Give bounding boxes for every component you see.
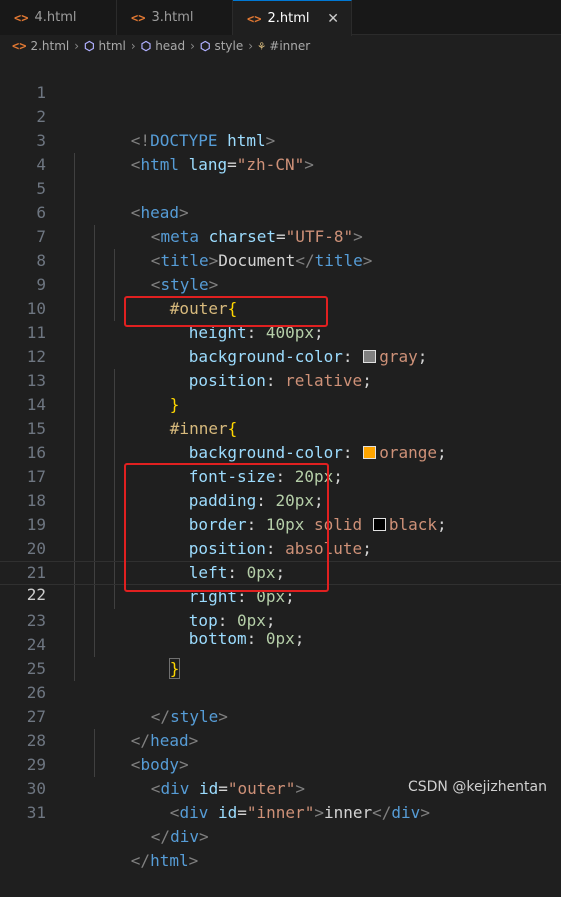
token: div (391, 803, 421, 822)
breadcrumb-item-file[interactable]: 2.html (30, 39, 69, 53)
line-number: 31 (26, 803, 46, 822)
tab-2-html[interactable]: <> 2.html ✕ (233, 0, 352, 36)
code-line: 17 border: 10px solid black; (0, 441, 561, 534)
tab-4-html[interactable]: <> 4.html (0, 0, 117, 35)
annotation-highlight-box (124, 463, 329, 592)
tab-label: 2.html (267, 11, 310, 26)
tab-3-html[interactable]: <> 3.html (117, 0, 233, 35)
code-line: 7 <style> (0, 201, 561, 294)
breadcrumb-item-html[interactable]: html (99, 39, 126, 53)
token: inner (323, 803, 373, 822)
code-line: 6 <title>Document</title> (0, 177, 561, 270)
chevron-right-icon: › (130, 39, 136, 53)
code-line: 9 height: 400px; (0, 249, 561, 342)
code-line: 14 background-color: orange; (0, 369, 561, 462)
breadcrumb-item-inner[interactable]: #inner (269, 39, 310, 53)
code-line: 3 (0, 105, 561, 150)
code-line: 15 font-size: 20px; (0, 393, 561, 486)
code-line: 29 <div id="inner">inner</div> (0, 729, 561, 822)
token: > (314, 803, 324, 822)
token: = (237, 803, 247, 822)
code-line: 5 <meta charset="UTF-8"> (0, 153, 561, 246)
breadcrumb-item-head[interactable]: head (155, 39, 185, 53)
token: > (420, 803, 430, 822)
code-text: </html> (73, 825, 198, 897)
html-file-icon: <> (12, 39, 27, 53)
chevron-right-icon: › (74, 39, 80, 53)
token: </ (372, 803, 392, 822)
element-cube-icon: ⬡ (140, 39, 152, 53)
breadcrumb: <> 2.html › ⬡ html › ⬡ head › ⬡ style › … (0, 35, 561, 57)
token: </ (130, 851, 151, 870)
html-file-icon: <> (14, 10, 29, 25)
watermark: CSDN @kejizhentan (407, 779, 547, 795)
token: > (198, 827, 209, 846)
code-line: 26 </head> (0, 657, 561, 750)
chevron-right-icon: › (248, 39, 254, 53)
editor-tab-bar: <> 4.html <> 3.html <> 2.html ✕ (0, 0, 561, 36)
close-icon[interactable]: ✕ (327, 11, 339, 27)
html-file-icon: <> (131, 10, 146, 25)
css-selector-icon: ⚘ (258, 39, 266, 53)
annotation-highlight-box (124, 296, 328, 327)
tab-label: 4.html (34, 10, 77, 25)
code-line: 25 </style> (0, 633, 561, 726)
code-line: 16 padding: 20px; (0, 417, 561, 510)
code-line: 8 #outer{ (0, 225, 561, 318)
element-cube-icon: ⬡ (199, 39, 211, 53)
code-line: 27 <body> (0, 681, 561, 774)
html-file-icon: <> (247, 11, 262, 26)
breadcrumb-item-style[interactable]: style (214, 39, 243, 53)
element-cube-icon: ⬡ (84, 39, 95, 53)
code-line: 28 <div id="outer"> (0, 705, 561, 798)
code-line: 2 <html lang="zh-CN"> (0, 81, 561, 174)
code-line: 10 background-color: gray; (0, 273, 561, 366)
code-line: 4 <head> (0, 129, 561, 222)
token: "inner" (246, 803, 315, 822)
code-line: 24 (0, 609, 561, 654)
token: > (188, 851, 199, 870)
token: id (208, 803, 238, 822)
tab-label: 3.html (151, 10, 194, 25)
code-line: 13 #inner{ (0, 345, 561, 438)
chevron-right-icon: › (190, 39, 195, 53)
token: html (150, 851, 189, 870)
code-line: 1 <!DOCTYPE html> (0, 57, 561, 150)
code-line: 30 </div> (0, 753, 561, 846)
code-editor[interactable]: 1 <!DOCTYPE html> 2 <html lang="zh-CN"> … (0, 57, 561, 870)
